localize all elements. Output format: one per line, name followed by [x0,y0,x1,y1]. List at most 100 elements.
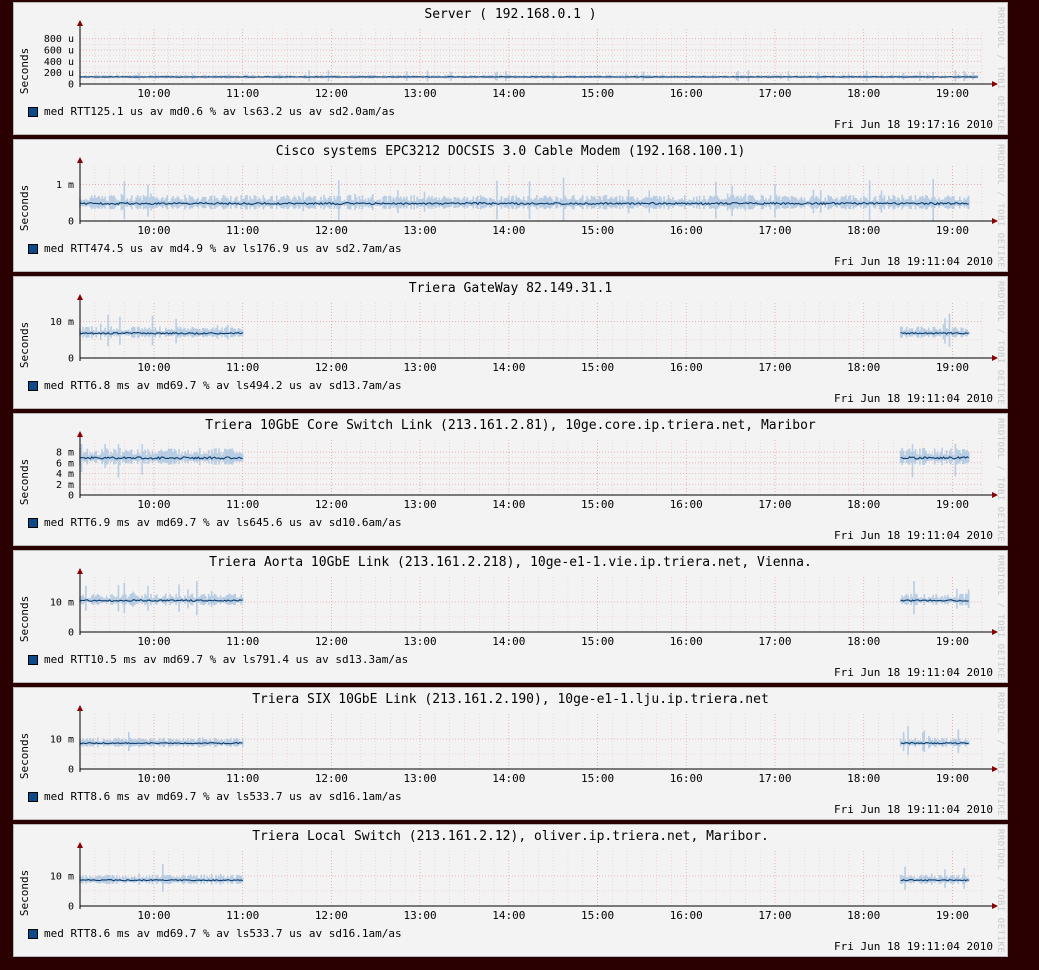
x-axis-arrow [992,492,998,498]
legend-average: 6.9 ms av md [90,516,170,529]
x-tick-label: 12:00 [315,772,348,785]
x-tick-label: 19:00 [936,87,969,100]
x-tick-label: 13:00 [404,87,437,100]
legend-amas-unit: am/as [368,242,402,255]
x-tick-label: 16:00 [670,361,703,374]
x-axis-arrow [992,629,998,635]
graph-panel: Triera GateWay 82.149.31.1 Seconds RRDTOOL… [13,276,1008,409]
x-tick-label: 11:00 [226,909,259,922]
x-tick-label: 16:00 [670,635,703,648]
plot-area: 10:00 11:00 12:00 13:00 14:00 15:00 16:00 17:00… [56,157,998,237]
x-tick-label: 12:00 [315,635,348,648]
y-tick-label: 0 [68,354,74,365]
x-tick-label: 13:00 [404,361,437,374]
x-tick-label: 15:00 [581,635,614,648]
x-tick-label: 13:00 [404,772,437,785]
legend: med RTT 6.9 ms av md 69.7 % av ls 645.6 … [28,516,402,529]
y-tick-label: 1 m [56,180,74,191]
x-tick-label: 11:00 [226,635,259,648]
y-axis-arrow [77,842,83,848]
x-tick-label: 10:00 [137,635,170,648]
y-tick-label: 0 [68,491,74,502]
legend-average: 474.5 us av md [90,242,184,255]
x-tick-label: 13:00 [404,498,437,511]
legend-average: 6.8 ms av md [90,379,170,392]
x-tick-label: 17:00 [758,498,791,511]
legend-label: med RTT [44,516,91,529]
y-tick-label: 400 u [44,57,74,68]
x-tick-label: 19:00 [936,361,969,374]
graph-panel: Triera SIX 10GbE Link (213.161.2.190), 1… [13,687,1008,820]
legend-swatch [28,380,38,391]
x-tick-label: 14:00 [492,224,525,237]
x-tick-label: 17:00 [758,87,791,100]
legend: med RTT 10.5 ms av md 69.7 % av ls 791.4… [28,653,408,666]
y-axis-arrow [77,431,83,437]
x-tick-label: 19:00 [936,498,969,511]
x-tick-label: 18:00 [847,87,880,100]
y-tick-label: 200 u [44,68,74,79]
y-axis-arrow [77,20,83,26]
x-tick-label: 10:00 [137,909,170,922]
x-tick-label: 16:00 [670,498,703,511]
median-rtt-line [79,76,978,78]
legend-average: 10.5 ms av md [90,653,177,666]
x-tick-label: 18:00 [847,772,880,785]
x-tick-label: 18:00 [847,498,880,511]
legend-amas: 2.7 [348,242,369,255]
legend-amas-unit: am/as [368,927,402,940]
x-tick-label: 10:00 [137,361,170,374]
x-tick-label: 19:00 [936,772,969,785]
legend-amas: 2.0 [342,105,362,118]
plot-area: 10:00 11:00 12:00 13:00 14:00 15:00 16:00 17:00… [50,294,998,374]
x-tick-label: 19:00 [936,224,969,237]
graph-timestamp: Fri Jun 18 19:11:04 2010 [834,255,993,268]
legend-loss: 69.7 % av ls [169,790,250,803]
legend-amas: 16.1 [342,927,369,940]
x-tick-label: 15:00 [581,224,614,237]
legend: med RTT 474.5 us av md 4.9 % av ls 176.9… [28,242,402,255]
x-axis-arrow [992,766,998,772]
legend-label: med RTT [44,242,91,255]
x-tick-label: 11:00 [226,772,259,785]
legend-loss: 69.7 % av ls [169,927,250,940]
x-tick-label: 18:00 [847,909,880,922]
graph-panel: Cisco systems EPC3212 DOCSIS 3.0 Cable M… [13,139,1008,272]
x-tick-label: 18:00 [847,361,880,374]
graph-panel: Triera 10GbE Core Switch Link (213.161.2… [13,413,1008,546]
legend-average: 8.6 ms av md [90,927,170,940]
y-tick-label: 800 u [44,34,74,45]
legend-swatch [28,243,38,254]
legend-amas: 16.1 [342,790,369,803]
x-tick-label: 11:00 [226,224,259,237]
plot-area: 10:00 11:00 12:00 13:00 14:00 15:00 16:00 17:00… [50,705,998,785]
legend-label: med RTT [44,379,91,392]
legend-amas-unit: am/as [368,379,402,392]
y-tick-label: 0 [68,80,74,91]
legend-label: med RTT [44,653,91,666]
x-tick-label: 14:00 [492,909,525,922]
legend-stddev: 791.4 us av sd [255,653,349,666]
legend-swatch [28,106,38,117]
x-tick-label: 15:00 [581,498,614,511]
x-tick-label: 15:00 [581,772,614,785]
y-tick-label: 10 m [50,598,74,609]
x-axis-arrow [992,218,998,224]
graph-timestamp: Fri Jun 18 19:17:16 2010 [834,118,993,131]
x-tick-label: 17:00 [758,772,791,785]
x-tick-label: 10:00 [137,772,170,785]
legend-stddev: 645.6 us av sd [249,516,343,529]
x-tick-label: 16:00 [670,772,703,785]
legend-loss: 69.7 % av ls [169,516,250,529]
x-tick-label: 10:00 [137,224,170,237]
legend-label: med RTT [44,790,91,803]
legend-stddev: 63.2 us av sd [255,105,343,118]
y-tick-label: 10 m [50,317,74,328]
x-tick-label: 10:00 [137,87,170,100]
legend: med RTT 6.8 ms av md 69.7 % av ls 494.2 … [28,379,402,392]
graph-timestamp: Fri Jun 18 19:11:04 2010 [834,666,993,679]
x-axis-arrow [992,81,998,87]
legend-label: med RTT [44,927,91,940]
legend-amas-unit: am/as [375,653,409,666]
plot-area: 10:00 11:00 12:00 13:00 14:00 15:00 16:00 17:00… [50,568,998,648]
